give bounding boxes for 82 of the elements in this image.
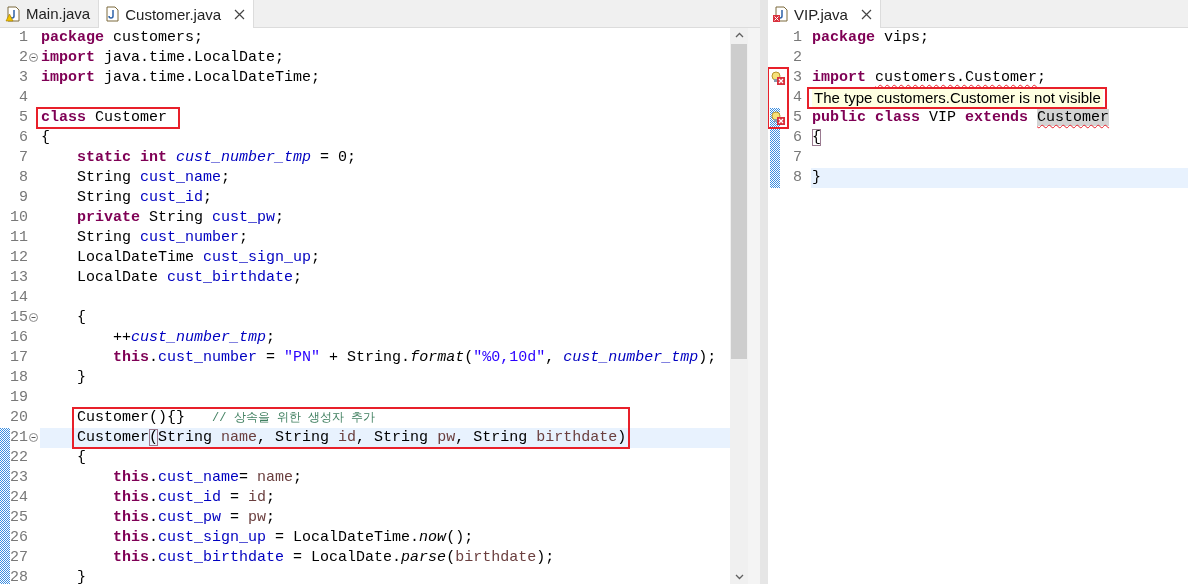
line-number: 6 bbox=[19, 129, 28, 146]
line-number: 21 bbox=[10, 429, 28, 446]
scroll-up-icon[interactable] bbox=[734, 32, 744, 38]
code-line: package customers; bbox=[41, 29, 204, 46]
code-line: ++cust_number_tmp; bbox=[113, 329, 276, 346]
line-number: 17 bbox=[10, 349, 28, 366]
scroll-down-icon[interactable] bbox=[734, 574, 744, 580]
code-line: private String cust_pw; bbox=[77, 209, 285, 226]
line-number: 28 bbox=[10, 569, 28, 584]
code-line: String cust_number; bbox=[77, 229, 249, 246]
code-line: this.cust_sign_up = LocalDateTime.now(); bbox=[113, 529, 474, 546]
code-line: { bbox=[41, 129, 50, 146]
code-line: } bbox=[77, 369, 87, 386]
line-number: 19 bbox=[10, 389, 28, 406]
code-line: this.cust_name= name; bbox=[113, 469, 303, 486]
line-number: 16 bbox=[10, 329, 28, 346]
line-number: 5 bbox=[793, 109, 802, 126]
line-number: 2 bbox=[793, 49, 802, 66]
code-line: LocalDateTime cust_sign_up; bbox=[77, 249, 321, 266]
code-line: import customers.Customer; bbox=[812, 69, 1047, 86]
line-number: 11 bbox=[10, 229, 28, 246]
fold-icon[interactable] bbox=[29, 433, 38, 442]
line-number: 20 bbox=[10, 409, 28, 426]
code-line: static int cust_number_tmp = 0; bbox=[77, 149, 357, 166]
code-line: this.cust_pw = pw; bbox=[113, 509, 276, 526]
code-line: { bbox=[77, 309, 87, 326]
code-line: package vips; bbox=[812, 29, 930, 46]
java-file-error-icon bbox=[773, 6, 789, 22]
fold-icon[interactable] bbox=[29, 53, 38, 62]
line-number: 13 bbox=[10, 269, 28, 286]
code-line: this.cust_birthdate = LocalDate.parse(birthdate); bbox=[113, 549, 555, 566]
code-line: Customer(){} // 상속을 위한 생성자 추가 bbox=[77, 409, 376, 426]
line-number: 8 bbox=[793, 169, 802, 186]
line-number: 1 bbox=[19, 29, 28, 46]
editor-tab[interactable]: Customer.java bbox=[99, 0, 255, 28]
java-file-icon bbox=[104, 6, 121, 22]
close-icon[interactable] bbox=[234, 8, 246, 20]
code-line: String cust_id; bbox=[77, 189, 213, 206]
line-number: 23 bbox=[10, 469, 28, 486]
code-line: String cust_name; bbox=[77, 169, 231, 186]
line-number: 4 bbox=[19, 89, 28, 106]
line-number: 6 bbox=[793, 129, 802, 146]
code-line: public class VIP extends Customer bbox=[812, 109, 1110, 126]
code-line: this.cust_id = id; bbox=[113, 489, 276, 506]
code-line: import java.time.LocalDate; bbox=[41, 49, 285, 66]
line-number: 5 bbox=[19, 109, 28, 126]
fold-icon[interactable] bbox=[29, 313, 38, 322]
line-number: 3 bbox=[793, 69, 802, 86]
editor-tab[interactable]: VIP.java bbox=[768, 0, 881, 28]
java-file-warning-icon bbox=[5, 5, 21, 22]
line-number: 24 bbox=[10, 489, 28, 506]
code-line: Customer(String name, String id, String pw, String birthdate) bbox=[77, 429, 627, 446]
error-tooltip: The type customers.Customer is not visible bbox=[812, 89, 1103, 107]
close-icon[interactable] bbox=[860, 8, 872, 20]
error-lightbulb-icon[interactable] bbox=[771, 111, 785, 125]
error-lightbulb-icon[interactable] bbox=[771, 71, 785, 85]
line-number: 9 bbox=[19, 189, 28, 206]
code-line: } bbox=[812, 169, 821, 186]
line-number: 27 bbox=[10, 549, 28, 566]
line-number: 2 bbox=[19, 49, 28, 66]
code-line: } bbox=[77, 569, 87, 584]
code-line: class Customer bbox=[41, 109, 169, 126]
code-line: { bbox=[812, 129, 821, 146]
line-number: 22 bbox=[10, 449, 28, 466]
code-line: LocalDate cust_birthdate; bbox=[77, 269, 303, 286]
code-line: import java.time.LocalDateTime; bbox=[41, 69, 321, 86]
line-number: 4 bbox=[793, 89, 802, 106]
line-number: 12 bbox=[10, 249, 28, 266]
line-number: 25 bbox=[10, 509, 28, 526]
line-number: 8 bbox=[19, 169, 28, 186]
line-number: 7 bbox=[19, 149, 28, 166]
code-line: this.cust_number = "PN" + String.format("%0,10d", cust_number_tmp); bbox=[113, 349, 717, 366]
line-number: 18 bbox=[10, 369, 28, 386]
line-number: 10 bbox=[10, 209, 28, 226]
code-line: { bbox=[77, 449, 87, 466]
line-number: 14 bbox=[10, 289, 28, 306]
line-number: 3 bbox=[19, 69, 28, 86]
line-number: 1 bbox=[793, 29, 802, 46]
line-number: 7 bbox=[793, 149, 802, 166]
line-number: 15 bbox=[10, 309, 28, 326]
line-number: 26 bbox=[10, 529, 28, 546]
scrollbar[interactable] bbox=[730, 28, 748, 584]
